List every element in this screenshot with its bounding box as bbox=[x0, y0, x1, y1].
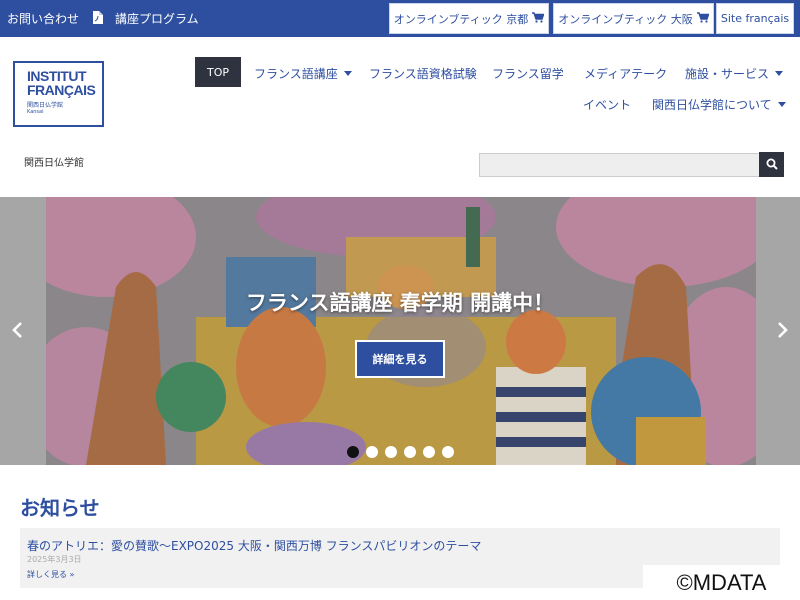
breadcrumb[interactable]: 関西日仏学館 bbox=[24, 154, 84, 169]
slider-dots bbox=[347, 446, 454, 458]
site-francais-label: Site français bbox=[720, 12, 790, 25]
slider-dot[interactable] bbox=[404, 446, 416, 458]
nav-events-label: イベント bbox=[583, 98, 632, 112]
search-button[interactable] bbox=[759, 152, 784, 177]
slide-illustration bbox=[46, 197, 756, 465]
slider-prev-button[interactable] bbox=[6, 318, 28, 346]
slider-dot[interactable] bbox=[442, 446, 454, 458]
boutique-kyoto-button[interactable]: オンラインブティック 京都 bbox=[389, 3, 549, 34]
institut-francais-logo[interactable]: INSTITUT FRANÇAIS 関西日仏学館 Kansai bbox=[13, 61, 104, 127]
slide-details-button[interactable]: 詳細を見る bbox=[355, 340, 445, 378]
nav-top[interactable]: TOP bbox=[195, 57, 241, 87]
boutique-osaka-label: オンラインブティック 大阪 bbox=[558, 12, 693, 26]
nav-courses-label: フランス語講座 bbox=[254, 67, 338, 81]
caret-down-icon bbox=[777, 102, 786, 107]
logo-line-3: 関西日仏学館 bbox=[27, 102, 64, 109]
nav-facilities-label: 施設・サービス bbox=[685, 67, 770, 81]
hero-slider bbox=[0, 197, 800, 465]
slider-dot[interactable] bbox=[385, 446, 397, 458]
nav-courses[interactable]: フランス語講座 bbox=[254, 65, 352, 82]
nav-facilities[interactable]: 施設・サービス bbox=[685, 65, 784, 82]
contact-label: お問い合わせ bbox=[7, 12, 80, 26]
caret-down-icon bbox=[775, 71, 784, 76]
pdf-icon bbox=[92, 10, 103, 27]
slider-dot[interactable] bbox=[366, 446, 378, 458]
slider-dot[interactable] bbox=[347, 446, 359, 458]
search-icon bbox=[766, 155, 778, 174]
cart-icon bbox=[532, 11, 545, 26]
nav-media-label: メディアテーク bbox=[584, 67, 668, 81]
logo-line-1: INSTITUT bbox=[27, 68, 87, 84]
logo-line-2: FRANÇAIS bbox=[27, 82, 96, 98]
chevron-right-icon bbox=[777, 321, 789, 343]
nav-events[interactable]: イベント bbox=[583, 96, 631, 113]
nav-exams-label: フランス語資格試験 bbox=[369, 67, 477, 81]
cart-icon bbox=[696, 11, 710, 26]
boutique-osaka-button[interactable]: オンラインブティック 大阪 bbox=[553, 3, 714, 34]
contact-link[interactable]: お問い合わせ bbox=[7, 10, 79, 27]
top-bar: お問い合わせ 講座プログラム オンラインブティック 京都 オンラインブティック … bbox=[0, 0, 800, 37]
chevron-left-icon bbox=[11, 321, 23, 343]
slide-title: フランス語講座 春学期 開講中！ bbox=[245, 291, 555, 315]
logo-line-4: Kansai bbox=[27, 109, 44, 115]
nav-about-label: 関西日仏学館について bbox=[652, 98, 772, 112]
nav-study-label: フランス留学 bbox=[492, 67, 564, 81]
program-link[interactable]: 講座プログラム bbox=[92, 10, 199, 27]
news-heading: お知らせ bbox=[20, 496, 100, 520]
boutique-kyoto-label: オンラインブティック 京都 bbox=[393, 12, 529, 26]
caret-down-icon bbox=[343, 71, 352, 76]
news-item-more-link[interactable]: 詳しく見る » bbox=[27, 569, 74, 580]
nav-study[interactable]: フランス留学 bbox=[492, 65, 564, 82]
program-label: 講座プログラム bbox=[115, 12, 199, 26]
nav-media[interactable]: メディアテーク bbox=[584, 65, 667, 82]
news-item-date: 2025年3月3日 bbox=[27, 555, 82, 564]
slider-dot[interactable] bbox=[423, 446, 435, 458]
nav-exams[interactable]: フランス語資格試験 bbox=[369, 65, 477, 82]
slider-next-button[interactable] bbox=[772, 318, 794, 346]
site-francais-button[interactable]: Site français bbox=[716, 3, 794, 34]
nav-about[interactable]: 関西日仏学館について bbox=[652, 96, 786, 113]
search-input[interactable] bbox=[479, 153, 760, 177]
watermark: ©MDATA bbox=[643, 565, 800, 600]
news-item-title[interactable]: 春のアトリエ：愛の賛歌～EXPO2025 大阪・関西万博 フランスパビリオンのテ… bbox=[27, 537, 481, 554]
